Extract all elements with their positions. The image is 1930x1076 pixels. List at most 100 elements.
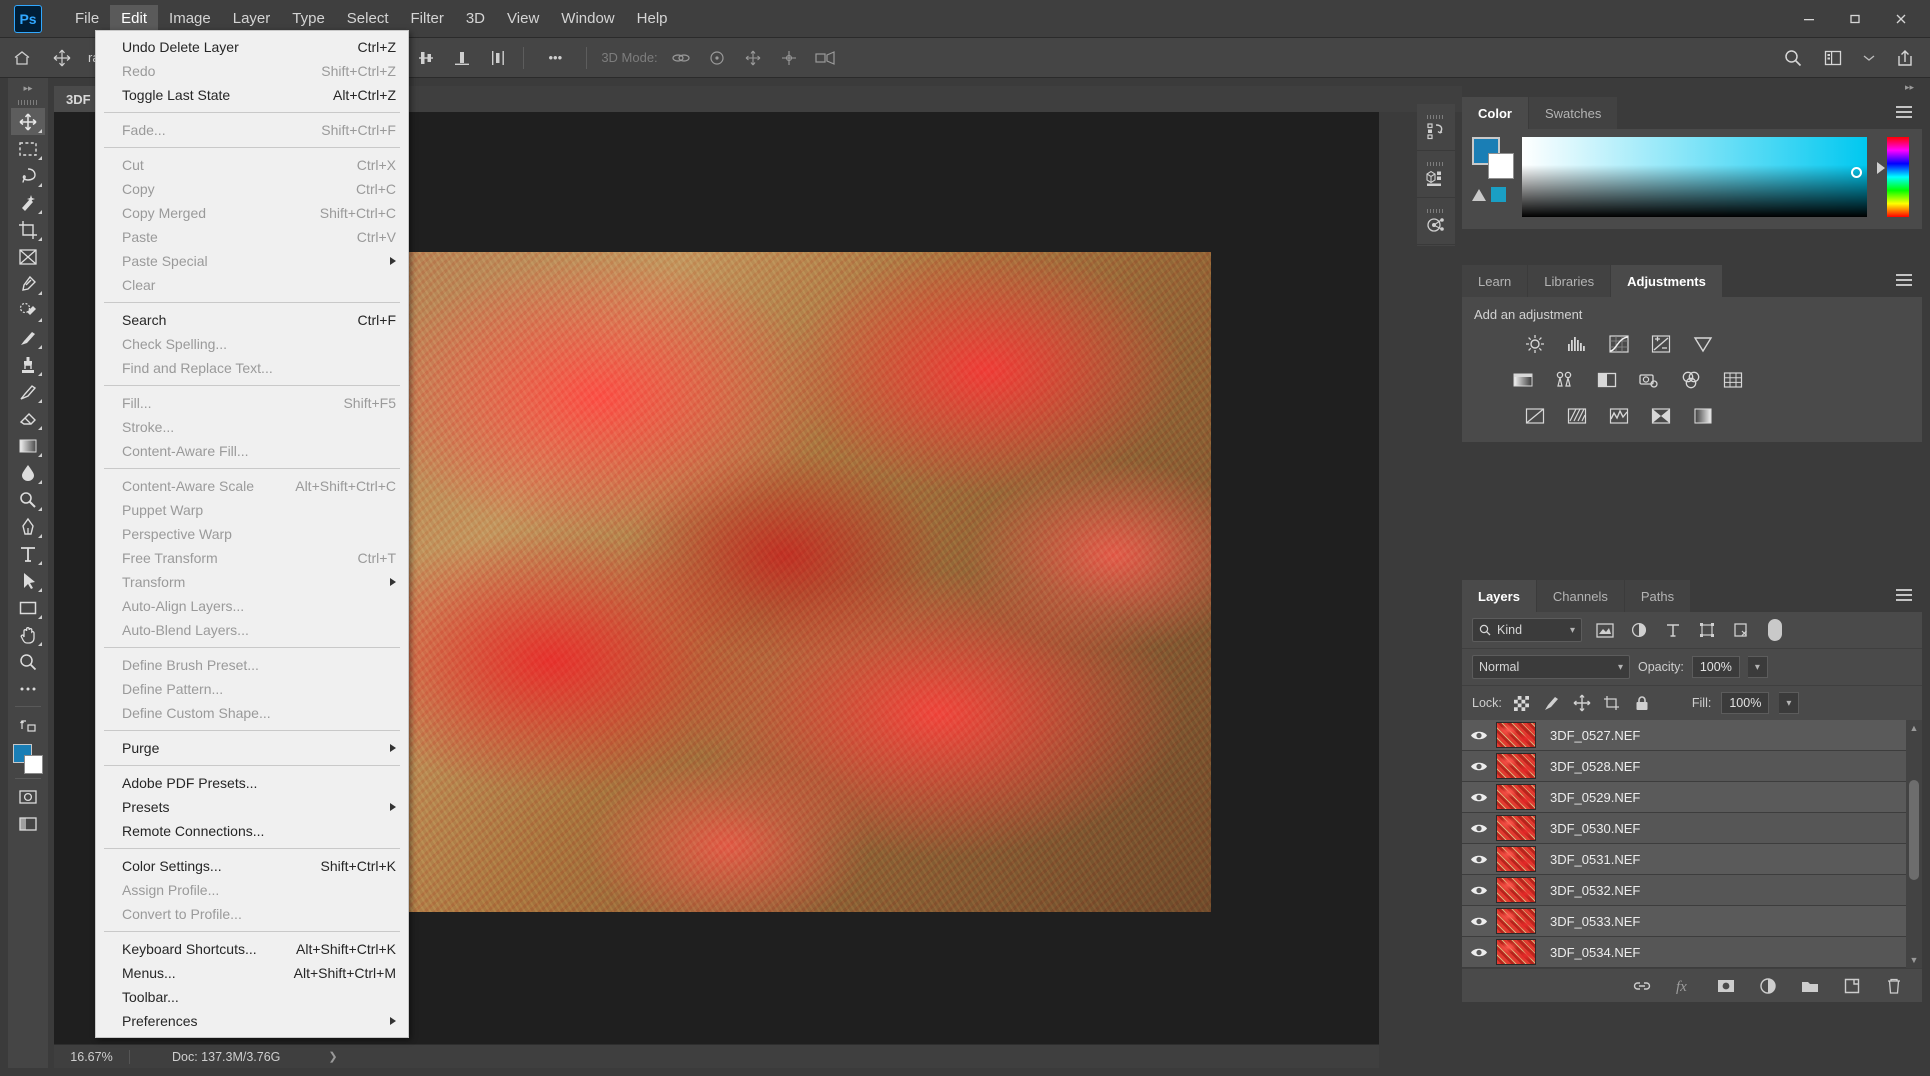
color-swatches[interactable] [1472,137,1514,179]
gamut-warning-color-swatch[interactable] [1491,187,1506,202]
close-icon[interactable] [1878,4,1924,34]
align-bottom-icon[interactable] [451,47,473,69]
delete-layer-icon[interactable] [1884,976,1904,996]
color-spectrum-field[interactable] [1522,137,1867,217]
layer-thumbnail[interactable] [1496,846,1536,872]
lasso-tool[interactable] [11,162,45,189]
share-icon[interactable] [1894,47,1916,69]
menu-3d[interactable]: 3D [455,5,496,32]
brightness-contrast-icon[interactable] [1522,332,1548,356]
menu-item-adobe-pdf-presets[interactable]: Adobe PDF Presets... [96,771,408,795]
history-brush-tool[interactable] [11,378,45,405]
layer-row[interactable]: 3DF_0529.NEF [1462,782,1922,813]
swap-colors-icon[interactable] [11,711,45,738]
menu-filter[interactable]: Filter [400,5,455,32]
panel-menu-icon[interactable] [1896,589,1912,602]
menu-item-remote-connections[interactable]: Remote Connections... [96,819,408,843]
chevron-down-icon[interactable]: ▾ [1570,625,1575,636]
pan-3d-icon[interactable] [742,47,764,69]
roll-3d-icon[interactable] [706,47,728,69]
foreground-background-color[interactable] [13,744,43,774]
type-filter-icon[interactable] [1662,619,1684,641]
invert-icon[interactable] [1522,404,1548,428]
frame-tool[interactable] [11,243,45,270]
layer-filter-kind-select[interactable]: Kind ▾ [1472,618,1582,642]
layer-visibility-eye-icon[interactable] [1462,853,1496,866]
add-layer-mask-icon[interactable] [1716,976,1736,996]
posterize-icon[interactable] [1564,404,1590,428]
chevron-right-icon[interactable]: ❯ [328,1050,337,1063]
tab-paths[interactable]: Paths [1625,580,1691,612]
path-selection-tool[interactable] [11,567,45,594]
scroll-down-icon[interactable]: ▼ [1906,952,1922,968]
color-picker-handle[interactable] [1851,167,1862,178]
menu-image[interactable]: Image [158,5,222,32]
menu-window[interactable]: Window [550,5,625,32]
spot-healing-brush-tool[interactable] [11,297,45,324]
brush-tool[interactable] [11,324,45,351]
smart-object-filter-icon[interactable] [1730,619,1752,641]
shape-filter-icon[interactable] [1696,619,1718,641]
layer-row[interactable]: 3DF_0533.NEF [1462,906,1922,937]
rectangular-marquee-tool[interactable] [11,135,45,162]
gamut-warning-icon[interactable] [1472,189,1486,201]
menu-item-undo-delete-layer[interactable]: Undo Delete LayerCtrl+Z [96,35,408,59]
gradient-map-icon[interactable] [1690,404,1716,428]
zoom-tool[interactable] [11,648,45,675]
tab-swatches[interactable]: Swatches [1529,97,1618,129]
tab-libraries[interactable]: Libraries [1528,265,1611,297]
lock-position-icon[interactable] [1572,693,1592,713]
layer-row[interactable]: 3DF_0534.NEF [1462,937,1922,968]
fill-value[interactable]: 100% [1721,692,1769,714]
toolbox-grip[interactable] [8,96,48,108]
layer-thumbnail[interactable] [1496,722,1536,748]
menu-type[interactable]: Type [281,5,336,32]
layer-thumbnail[interactable] [1496,877,1536,903]
selective-color-icon[interactable] [1648,404,1674,428]
workspace-icon[interactable] [1822,47,1844,69]
align-vertical-center-icon[interactable] [415,47,437,69]
layer-visibility-eye-icon[interactable] [1462,822,1496,835]
clone-stamp-tool[interactable] [11,351,45,378]
layer-visibility-eye-icon[interactable] [1462,884,1496,897]
background-color-swatch[interactable] [1488,153,1514,179]
menu-item-keyboard-shortcuts[interactable]: Keyboard Shortcuts...Alt+Shift+Ctrl+K [96,937,408,961]
hue-saturation-icon[interactable] [1510,368,1536,392]
properties-icon[interactable] [1417,198,1455,245]
menu-item-purge[interactable]: Purge [96,736,408,760]
layer-thumbnail[interactable] [1496,753,1536,779]
new-adjustment-layer-icon[interactable] [1758,976,1778,996]
menu-help[interactable]: Help [626,5,679,32]
menu-item-toolbar[interactable]: Toolbar... [96,985,408,1009]
scale-3d-icon[interactable] [814,47,836,69]
chevron-down-icon[interactable] [1862,47,1876,69]
layer-thumbnail[interactable] [1496,939,1536,965]
layer-thumbnail[interactable] [1496,815,1536,841]
menu-item-search[interactable]: SearchCtrl+F [96,308,408,332]
layer-style-fx-icon[interactable]: fx [1674,976,1694,996]
tab-learn[interactable]: Learn [1462,265,1528,297]
opacity-value[interactable]: 100% [1692,656,1740,678]
maximize-icon[interactable] [1832,4,1878,34]
chevron-down-icon[interactable]: ▾ [1618,662,1623,673]
history-icon[interactable] [1417,104,1455,151]
edit-toolbar-tool[interactable] [11,675,45,702]
rectangle-tool[interactable] [11,594,45,621]
distribute-vertical-icon[interactable] [487,47,509,69]
menu-select[interactable]: Select [336,5,400,32]
layer-visibility-eye-icon[interactable] [1462,791,1496,804]
curves-icon[interactable] [1606,332,1632,356]
layer-visibility-eye-icon[interactable] [1462,946,1496,959]
type-tool[interactable] [11,540,45,567]
edit-menu-dropdown[interactable]: Undo Delete LayerCtrl+ZRedoShift+Ctrl+ZT… [95,30,409,1038]
pen-tool[interactable] [11,513,45,540]
scroll-up-icon[interactable]: ▲ [1906,720,1922,736]
search-icon[interactable] [1782,47,1804,69]
layer-thumbnail[interactable] [1496,784,1536,810]
blur-tool[interactable] [11,459,45,486]
layer-row[interactable]: 3DF_0532.NEF [1462,875,1922,906]
collapse-chevrons-icon[interactable]: ▸▸ [8,80,48,96]
quick-mask-icon[interactable] [11,783,45,810]
menu-file[interactable]: File [64,5,110,32]
screen-mode-icon[interactable] [11,810,45,837]
